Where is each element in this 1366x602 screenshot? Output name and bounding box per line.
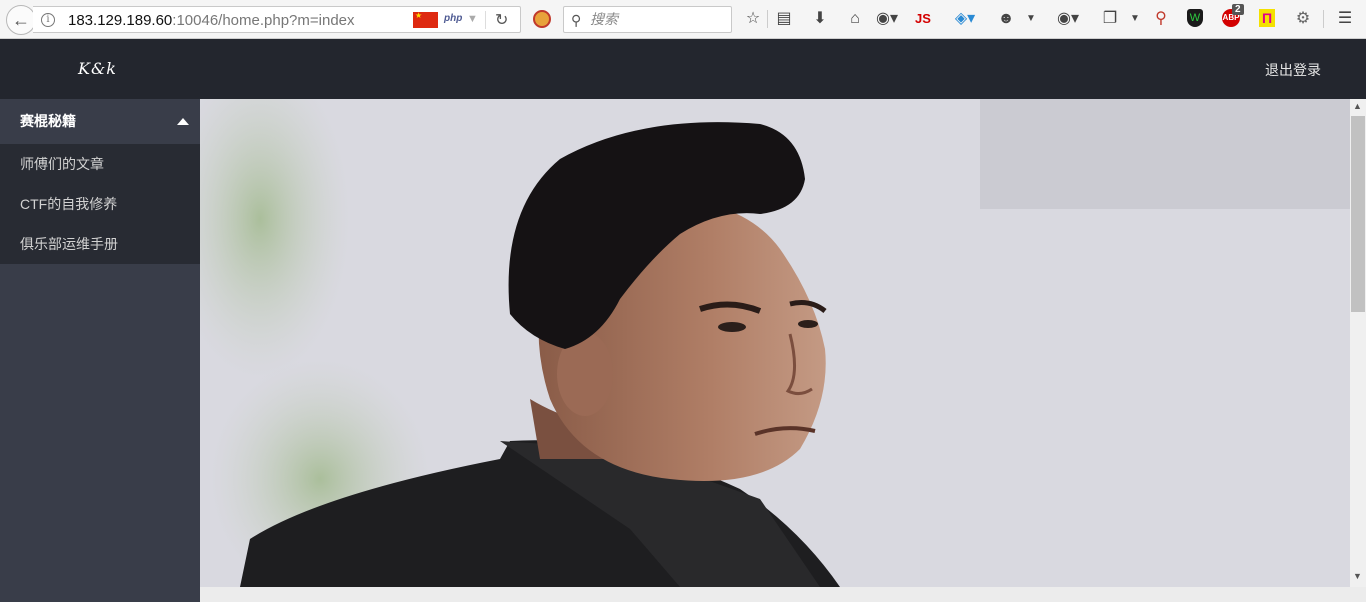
home-icon[interactable]: ⌂ — [846, 9, 864, 29]
adblock-count-badge: 2 — [1232, 4, 1244, 15]
chevron-down-icon[interactable]: ▼ — [1024, 9, 1038, 29]
divider — [485, 11, 486, 29]
search-icon: ⚲ — [571, 12, 582, 28]
china-flag-icon[interactable] — [413, 11, 438, 28]
sidebar-item-ctf[interactable]: CTF的自我修养 — [0, 184, 200, 224]
divider — [1323, 10, 1324, 28]
search-input[interactable] — [590, 11, 725, 27]
bookmark-star-icon[interactable]: ☆ — [744, 9, 762, 29]
sidebar-group-title[interactable]: 赛棍秘籍 — [0, 99, 200, 144]
sidebar-submenu: 师傅们的文章 CTF的自我修养 俱乐部运维手册 — [0, 144, 200, 264]
app-header: K&k 退出登录 — [0, 39, 1366, 99]
search-bar[interactable]: ⚲ — [563, 6, 732, 33]
tab-manager-icon[interactable]: ❐ — [1100, 9, 1120, 29]
php-badge-icon[interactable]: php — [444, 13, 462, 24]
address-bar[interactable]: i 183.129.189.60:10046/home.php?m=index … — [33, 6, 521, 33]
sidebar-item-ops-manual[interactable]: 俱乐部运维手册 — [0, 224, 200, 264]
palette-icon[interactable]: ☻ — [996, 9, 1016, 29]
shield-icon[interactable]: W — [1187, 9, 1203, 27]
reload-icon[interactable]: ↻ — [495, 10, 508, 30]
page-footer-gap — [200, 587, 1366, 602]
reading-list-icon[interactable]: ▤ — [775, 9, 793, 29]
sidebar-group-label: 赛棍秘籍 — [20, 113, 76, 129]
sidebar-item-articles[interactable]: 师傅们的文章 — [0, 144, 200, 184]
chevron-down-icon[interactable]: ▼ — [1128, 9, 1142, 29]
addon-globe-icon[interactable]: ◉▾ — [875, 9, 899, 29]
proxy-globe-icon[interactable]: ◉▾ — [1054, 9, 1082, 29]
brand-logo[interactable]: K&k — [78, 59, 117, 78]
caret-up-icon — [177, 118, 189, 125]
url-host: 183.129.189.60 — [68, 12, 173, 29]
scroll-up-icon[interactable]: ▲ — [1353, 101, 1362, 111]
js-toggle-icon[interactable]: JS — [912, 9, 934, 29]
chevron-down-icon[interactable]: ▼ — [467, 13, 478, 25]
pi-addon-icon[interactable]: Π — [1259, 9, 1275, 27]
logout-link[interactable]: 退出登录 — [1265, 60, 1321, 80]
site-info-icon[interactable]: i — [41, 13, 55, 27]
browser-toolbar: ← i 183.129.189.60:10046/home.php?m=inde… — [0, 0, 1366, 39]
gear-icon[interactable]: ⚙ — [1293, 9, 1313, 29]
url-text[interactable]: 183.129.189.60:10046/home.php?m=index — [68, 12, 355, 29]
divider — [767, 10, 768, 28]
hero-photo — [200, 99, 1350, 587]
translate-icon[interactable]: ◈▾ — [951, 9, 979, 29]
search-magnifier-icon[interactable]: ⚲ — [1152, 9, 1170, 29]
scroll-down-icon[interactable]: ▼ — [1353, 571, 1362, 581]
sidebar: 赛棍秘籍 师傅们的文章 CTF的自我修养 俱乐部运维手册 — [0, 99, 200, 602]
noscript-icon[interactable] — [533, 10, 551, 28]
scroll-thumb[interactable] — [1351, 116, 1365, 312]
download-icon[interactable]: ⬇ — [811, 9, 829, 29]
main-content — [200, 99, 1350, 587]
vertical-scrollbar[interactable]: ▲ ▼ — [1350, 99, 1366, 587]
hamburger-menu-icon[interactable]: ☰ — [1335, 9, 1355, 29]
back-arrow-icon[interactable]: ← — [6, 5, 36, 35]
url-path: :10046/home.php?m=index — [172, 12, 355, 29]
